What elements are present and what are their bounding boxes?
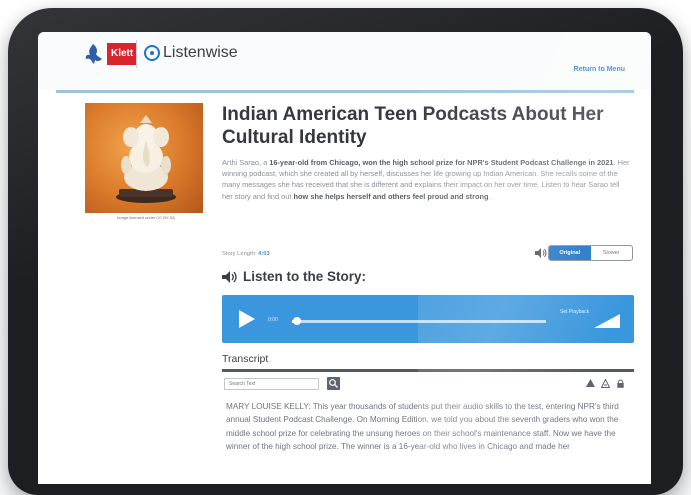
return-to-menu-link[interactable]: Return to Menu (574, 66, 625, 73)
summary-highlight-1: 16-year-old from Chicago, won the high s… (269, 158, 614, 167)
toggle-slower[interactable]: Slower (591, 246, 633, 260)
volume-slider[interactable] (594, 314, 620, 328)
transcript-heading: Transcript (222, 353, 269, 365)
thumbnail-caption: Image licensed under CC BY-SA (117, 215, 175, 220)
klett-mark-icon (85, 44, 102, 64)
transcript-search-input[interactable] (224, 378, 319, 390)
header-divider (56, 90, 634, 93)
summary-text-1: Arthi Sarao, a (222, 158, 270, 167)
print-icon[interactable] (586, 379, 595, 388)
transcript-divider (222, 369, 634, 372)
current-time: 0:00 (268, 317, 278, 323)
progress-handle[interactable] (293, 317, 302, 325)
ganesha-statue-image (116, 115, 176, 203)
summary-highlight-2: how she helps herself and others feel pr… (293, 191, 489, 201)
transcript-text: MARY LOUISE KELLY: This year thousands o… (226, 402, 619, 452)
search-button[interactable] (327, 377, 340, 390)
font-size-icon[interactable] (601, 379, 610, 388)
tablet-screen: Klett Listenwise Return to Menu Image li… (38, 32, 651, 484)
logo-divider (136, 40, 137, 68)
stage: Klett Listenwise Return to Menu Image li… (0, 0, 691, 495)
summary-text-3: . (488, 191, 491, 201)
site-header: Klett Listenwise Return to Menu (38, 32, 651, 90)
audio-speed-toggle: Original Slower (548, 245, 633, 261)
story-length-value: 4:03 (258, 251, 270, 257)
play-icon[interactable] (238, 309, 256, 329)
speaker-icon (535, 248, 547, 258)
story-length: Story Length: 4:03 (222, 251, 270, 257)
story-length-label: Story Length: (222, 251, 259, 257)
story-title: Indian American Teen Podcasts About Her … (222, 104, 604, 148)
listenwise-logo-text: Listenwise (163, 44, 238, 61)
progress-track[interactable] (292, 317, 546, 325)
listenwise-icon (144, 45, 160, 61)
lock-icon[interactable] (616, 379, 625, 388)
listenwise-logo[interactable]: Listenwise (144, 44, 238, 62)
listen-heading-text: Listen to the Story: (243, 269, 367, 284)
tablet-frame: Klett Listenwise Return to Menu Image li… (8, 8, 683, 495)
klett-logo[interactable]: Klett (84, 42, 138, 66)
listen-heading: Listen to the Story: (222, 269, 366, 284)
search-icon (329, 379, 338, 388)
toggle-original[interactable]: Original (549, 246, 591, 260)
story-summary: Arthi Sarao, a 16-year-old from Chicago,… (222, 157, 632, 202)
playback-speed-label[interactable]: Set Playback (560, 309, 589, 315)
story-thumbnail (85, 103, 203, 213)
audio-player: 0:00 Set Playback (222, 295, 634, 343)
volume-icon (222, 270, 237, 283)
klett-logo-text: Klett (107, 43, 138, 65)
